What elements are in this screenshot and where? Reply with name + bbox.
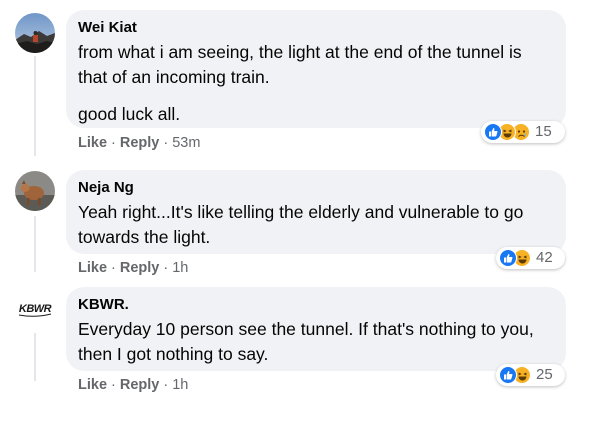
- like-button[interactable]: Like: [78, 260, 107, 276]
- separator: ·: [111, 135, 116, 151]
- kbwr-logo-avatar: KBWR: [15, 288, 55, 328]
- comment-text: from what i am seeing, the light at the …: [78, 42, 522, 87]
- thread-line: [34, 216, 36, 272]
- comment-timestamp[interactable]: 1h: [172, 260, 188, 276]
- comment-bubble: KBWR. Everyday 10 person see the tunnel.…: [66, 287, 566, 371]
- reactions-summary[interactable]: 15: [481, 121, 565, 143]
- thread-line: [34, 333, 36, 381]
- avatar[interactable]: KBWR: [15, 288, 55, 328]
- reply-button[interactable]: Reply: [120, 260, 160, 276]
- comment-timestamp[interactable]: 53m: [172, 135, 200, 151]
- comment-author[interactable]: Wei Kiat: [78, 18, 554, 38]
- separator: ·: [163, 135, 169, 151]
- comment-author[interactable]: Neja Ng: [78, 178, 554, 198]
- reaction-count: 25: [536, 366, 553, 383]
- reactions-summary[interactable]: 42: [496, 247, 565, 269]
- reply-button[interactable]: Reply: [120, 377, 160, 393]
- comment-timestamp[interactable]: 1h: [172, 377, 188, 393]
- comment-text: good luck all.: [78, 104, 181, 124]
- avatar[interactable]: [15, 13, 55, 53]
- reactions-summary[interactable]: 25: [496, 364, 565, 386]
- avatar[interactable]: [15, 171, 55, 211]
- comment-actions: Like · Reply · 53m: [78, 134, 200, 152]
- comment-author[interactable]: KBWR.: [78, 295, 554, 315]
- comment-actions: Like · Reply · 1h: [78, 259, 188, 277]
- separator: ·: [163, 377, 169, 393]
- separator: ·: [111, 260, 116, 276]
- thread-line: [34, 56, 36, 156]
- comment-text: Yeah right...It's like telling the elder…: [78, 202, 524, 247]
- like-reaction-icon: [499, 249, 517, 267]
- reaction-count: 15: [535, 123, 552, 140]
- comment-bubble: Neja Ng Yeah right...It's like telling t…: [66, 170, 566, 254]
- landscape-avatar-image: [15, 13, 55, 53]
- like-button[interactable]: Like: [78, 135, 107, 151]
- comment-bubble: Wei Kiat from what i am seeing, the ligh…: [66, 10, 566, 128]
- reply-button[interactable]: Reply: [120, 135, 160, 151]
- like-reaction-icon: [499, 366, 517, 384]
- separator: ·: [163, 260, 169, 276]
- separator: ·: [111, 377, 116, 393]
- like-reaction-icon: [484, 123, 502, 141]
- svg-text:KBWR: KBWR: [19, 303, 52, 315]
- reaction-count: 42: [536, 249, 553, 266]
- comment-actions: Like · Reply · 1h: [78, 376, 188, 394]
- animal-avatar-image: [15, 171, 55, 211]
- like-button[interactable]: Like: [78, 377, 107, 393]
- comment-text: Everyday 10 person see the tunnel. If th…: [78, 319, 534, 364]
